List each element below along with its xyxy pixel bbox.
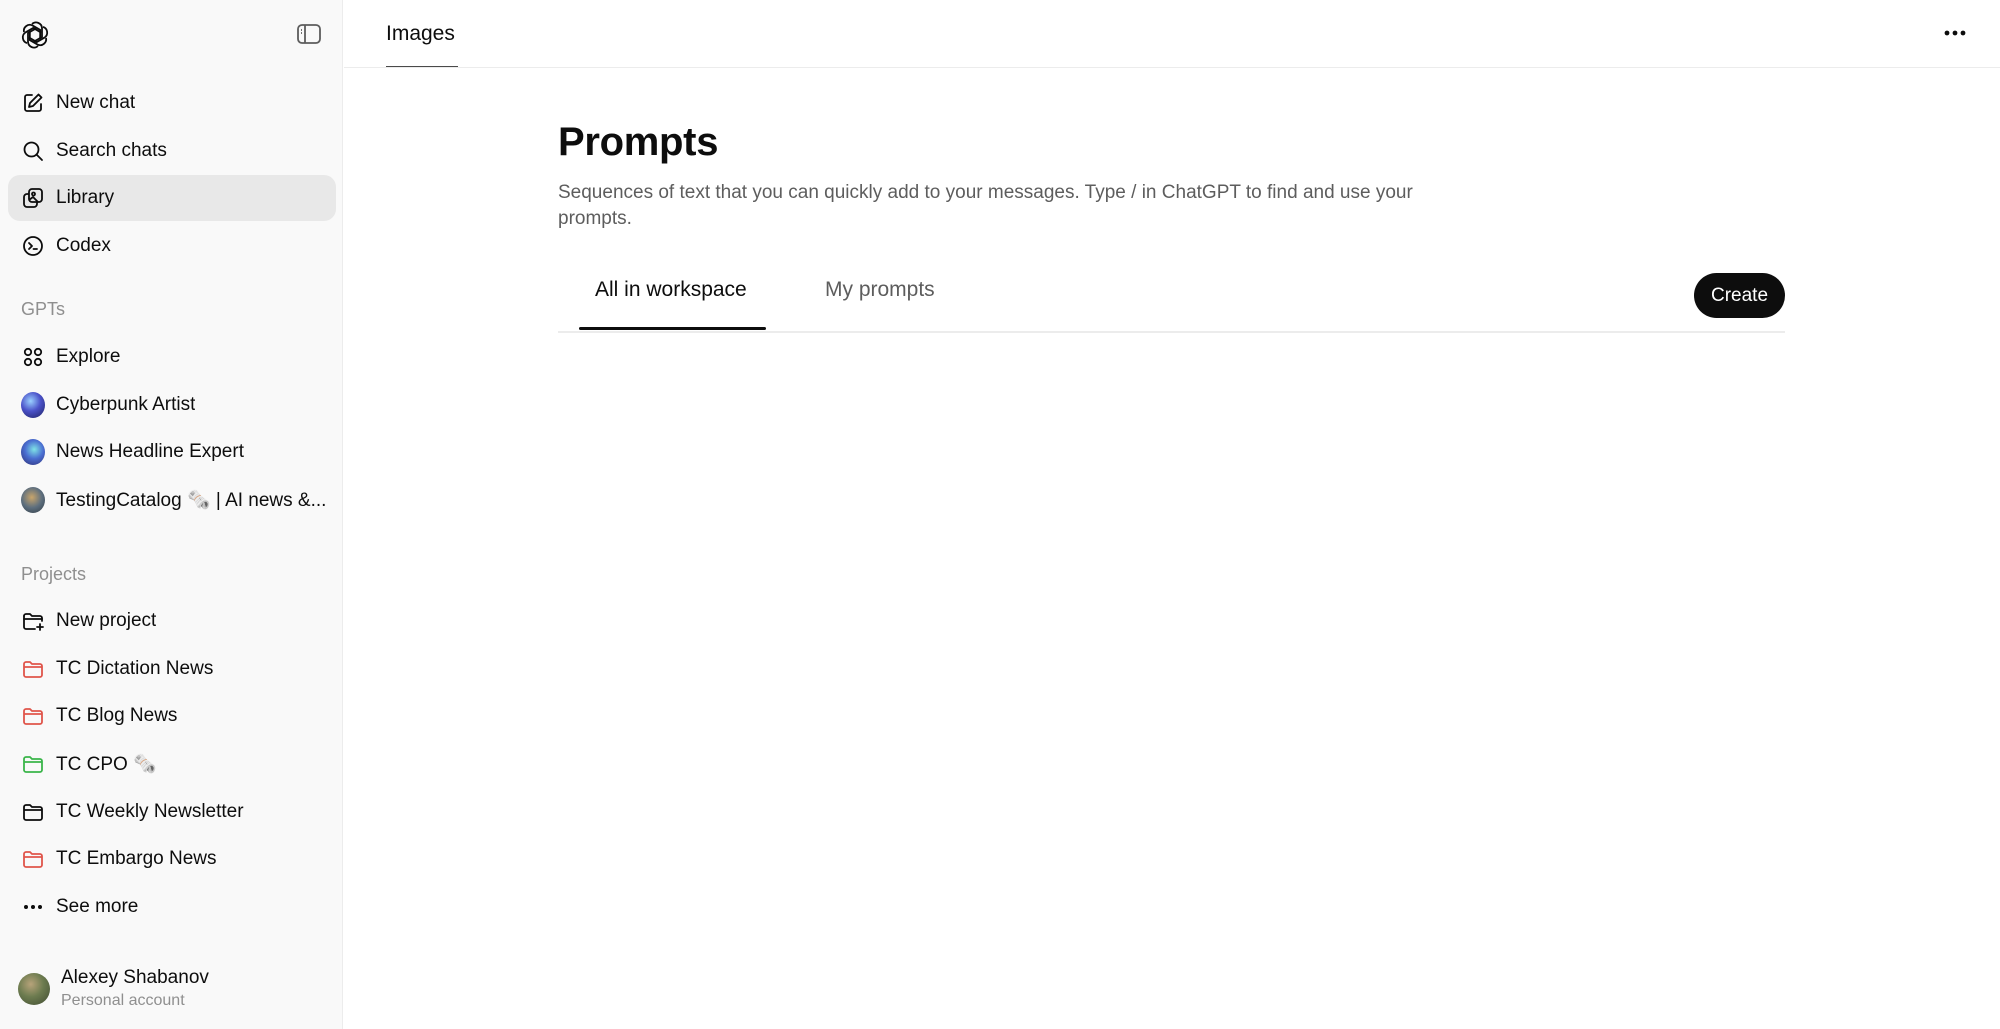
tab-my-prompts[interactable]: My prompts: [825, 278, 935, 302]
page-title: Prompts: [558, 120, 719, 164]
sidebar-item-label: See more: [56, 896, 139, 917]
sidebar-item-new-chat[interactable]: New chat: [8, 80, 336, 126]
folder-icon: [21, 800, 45, 824]
compose-icon: [21, 91, 45, 115]
sidebar-item-label: Cyberpunk Artist: [56, 394, 196, 415]
openai-logo-icon[interactable]: [20, 20, 50, 50]
codex-icon: [21, 234, 45, 258]
search-icon: [21, 139, 45, 163]
sidebar-item-label: TC Dictation News: [56, 658, 214, 679]
gpt-avatar: [21, 439, 45, 465]
sidebar-toggle-icon[interactable]: [296, 22, 322, 46]
sidebar-item-label: TestingCatalog 🗞️ | AI news &...: [56, 490, 327, 511]
sidebar: New chat Search chats Library Codex GPTs…: [0, 0, 343, 1029]
sidebar-item-label: New project: [56, 610, 157, 631]
tabs-divider: [558, 331, 1785, 333]
sidebar-item-label: News Headline Expert: [56, 441, 244, 462]
gpt-avatar: [21, 392, 45, 418]
sidebar-item-search-chats[interactable]: Search chats: [8, 128, 336, 174]
sidebar-item-library[interactable]: Library: [8, 175, 336, 221]
sidebar-item-new-project[interactable]: New project: [8, 598, 336, 644]
more-options-icon[interactable]: [1940, 20, 1970, 46]
folder-icon: [21, 752, 45, 776]
tab-all-in-workspace[interactable]: All in workspace: [595, 278, 747, 302]
sidebar-item-codex[interactable]: Codex: [8, 223, 336, 269]
folder-icon: [21, 657, 45, 681]
sidebar-item-explore[interactable]: Explore: [8, 334, 336, 380]
folder-icon: [21, 704, 45, 728]
header-tab-images[interactable]: Images: [386, 22, 455, 46]
sidebar-item-project[interactable]: TC Weekly Newsletter: [8, 789, 336, 835]
sidebar-item-label: Search chats: [56, 140, 167, 161]
sidebar-item-project[interactable]: TC Blog News: [8, 693, 336, 739]
user-name: Alexey Shabanov: [61, 967, 209, 988]
sidebar-item-gpt[interactable]: News Headline Expert: [8, 429, 336, 475]
sidebar-item-gpt[interactable]: Cyberpunk Artist: [8, 382, 336, 428]
sidebar-item-label: TC Blog News: [56, 705, 178, 726]
user-profile[interactable]: Alexey Shabanov Personal account: [18, 967, 209, 1010]
sidebar-item-project[interactable]: TC CPO 🗞️: [8, 741, 336, 787]
folder-icon: [21, 847, 45, 871]
sidebar-item-project[interactable]: TC Embargo News: [8, 836, 336, 882]
sidebar-item-label: TC CPO 🗞️: [56, 754, 157, 775]
sidebar-item-label: Library: [56, 187, 115, 208]
page-description: Sequences of text that you can quickly a…: [558, 182, 1413, 229]
sidebar-item-project[interactable]: TC Dictation News: [8, 646, 336, 692]
sidebar-item-gpt[interactable]: TestingCatalog 🗞️ | AI news &...: [8, 477, 336, 523]
gpt-avatar: [21, 487, 45, 513]
user-account-type: Personal account: [61, 992, 185, 1009]
grid-icon: [21, 345, 45, 369]
header-divider: [344, 67, 2000, 68]
sidebar-item-label: TC Weekly Newsletter: [56, 801, 244, 822]
library-icon: [21, 186, 45, 210]
sidebar-item-label: Explore: [56, 346, 121, 367]
ellipsis-icon: [21, 895, 45, 919]
sidebar-item-label: TC Embargo News: [56, 848, 217, 869]
sidebar-item-label: New chat: [56, 92, 136, 113]
avatar: [18, 972, 50, 1005]
gpts-heading: GPTs: [21, 299, 66, 319]
active-tab-indicator: [579, 327, 766, 330]
sidebar-item-label: Codex: [56, 235, 111, 256]
folder-plus-icon: [21, 609, 45, 633]
projects-heading: Projects: [21, 564, 87, 584]
create-button[interactable]: Create: [1694, 273, 1785, 318]
sidebar-item-see-more[interactable]: See more: [8, 884, 336, 930]
